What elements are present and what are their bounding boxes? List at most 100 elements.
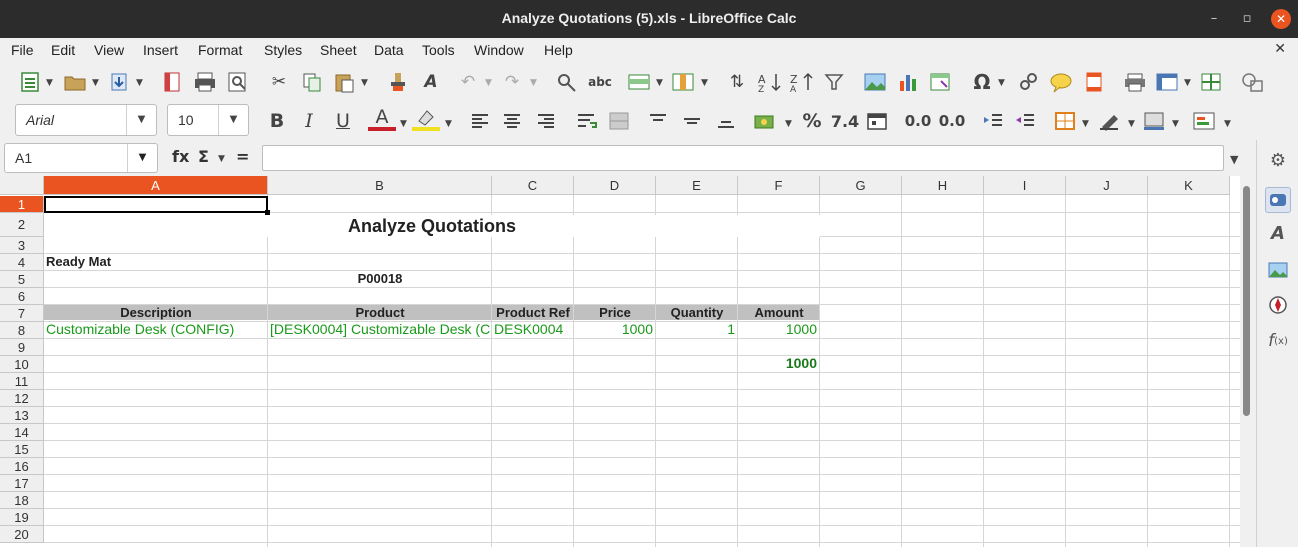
maximize-button[interactable]: ▫ <box>1239 11 1255 27</box>
functions-icon[interactable]: f (x) <box>1265 328 1291 354</box>
insert-chart-icon[interactable] <box>896 68 922 96</box>
chevron-down-icon[interactable]: ▼ <box>1128 119 1135 129</box>
menu-insert[interactable]: Insert <box>143 42 178 58</box>
row-header-5[interactable]: 5 <box>0 271 44 288</box>
autofilter-icon[interactable] <box>822 68 848 96</box>
header-amount[interactable]: Amount <box>738 304 820 321</box>
conditional-format-icon[interactable] <box>1190 107 1218 135</box>
merge-center-icon[interactable] <box>606 107 632 135</box>
header-description[interactable]: Description <box>44 304 268 321</box>
chevron-down-icon[interactable]: ▼ <box>701 78 708 88</box>
chevron-down-icon[interactable]: ▼ <box>1082 119 1089 129</box>
menu-view[interactable]: View <box>94 42 124 58</box>
decrease-indent-icon[interactable] <box>1012 107 1038 135</box>
total-amount-cell[interactable]: 1000 <box>738 355 817 372</box>
new-document-icon[interactable] <box>18 68 42 96</box>
menu-format[interactable]: Format <box>198 42 242 58</box>
sort-icon[interactable]: ⇅ <box>724 68 750 96</box>
vertical-scrollbar[interactable] <box>1240 176 1254 547</box>
chevron-down-icon[interactable]: ▼ <box>400 119 407 129</box>
column-header-j[interactable]: J <box>1066 176 1148 195</box>
sort-descending-icon[interactable]: ZA <box>788 68 814 96</box>
column-header-g[interactable]: G <box>820 176 902 195</box>
italic-button[interactable]: I <box>296 107 322 135</box>
chevron-down-icon[interactable]: ▼ <box>126 105 156 135</box>
row-header-7[interactable]: 7 <box>0 305 44 322</box>
menu-data[interactable]: Data <box>374 42 404 58</box>
row-header-11[interactable]: 11 <box>0 373 44 390</box>
paste-icon[interactable] <box>332 68 356 96</box>
print-icon[interactable] <box>192 68 218 96</box>
headers-footers-icon[interactable] <box>1082 68 1106 96</box>
header-quantity[interactable]: Quantity <box>656 304 738 321</box>
hyperlink-icon[interactable] <box>1016 68 1042 96</box>
currency-format-icon[interactable] <box>752 107 780 135</box>
scrollbar-thumb[interactable] <box>1243 186 1250 416</box>
row-header-17[interactable]: 17 <box>0 475 44 492</box>
cell-product[interactable]: [DESK0004] Customizable Desk (CONFIG) <box>270 321 490 338</box>
column-header-k[interactable]: K <box>1148 176 1230 195</box>
define-print-area-icon[interactable] <box>1122 68 1148 96</box>
row-header-12[interactable]: 12 <box>0 390 44 407</box>
borders-icon[interactable] <box>1052 107 1078 135</box>
align-left-icon[interactable] <box>468 107 492 135</box>
undo-icon[interactable]: ↶ <box>456 68 480 96</box>
close-window-button[interactable]: ✕ <box>1271 9 1291 29</box>
select-all-corner[interactable] <box>0 176 44 195</box>
copy-icon[interactable] <box>300 68 324 96</box>
cell-product-ref[interactable]: DESK0004 <box>494 321 572 338</box>
increase-indent-icon[interactable] <box>980 107 1006 135</box>
spellcheck-icon[interactable]: abc <box>586 68 614 96</box>
column-header-b[interactable]: B <box>268 176 492 195</box>
insert-image-icon[interactable] <box>862 68 888 96</box>
chevron-down-icon[interactable]: ▼ <box>92 78 99 88</box>
menu-tools[interactable]: Tools <box>422 42 455 58</box>
clone-formatting-icon[interactable] <box>386 68 410 96</box>
menu-edit[interactable]: Edit <box>51 42 75 58</box>
formula-button[interactable]: = <box>236 147 249 166</box>
date-format-icon[interactable] <box>864 107 890 135</box>
chevron-down-icon[interactable]: ▼ <box>1224 119 1231 129</box>
row-header-13[interactable]: 13 <box>0 407 44 424</box>
column-header-h[interactable]: H <box>902 176 984 195</box>
number-format-button[interactable]: 7.4 <box>830 107 860 135</box>
report-title-cell[interactable]: Analyze Quotations <box>44 215 820 237</box>
special-character-icon[interactable]: Ω <box>970 68 994 96</box>
chevron-down-icon[interactable]: ▼ <box>485 78 492 88</box>
chevron-down-icon[interactable]: ▼ <box>998 78 1005 88</box>
bold-button[interactable]: B <box>264 107 290 135</box>
font-name-box[interactable]: Arial ▼ <box>15 104 157 136</box>
settings-gear-icon[interactable]: ⚙ <box>1265 147 1291 173</box>
add-decimal-place-button[interactable]: 0.0 <box>902 107 934 135</box>
border-color-icon[interactable] <box>1140 107 1168 135</box>
cell-amount[interactable]: 1000 <box>738 321 817 338</box>
column-header-e[interactable]: E <box>656 176 738 195</box>
spreadsheet-grid[interactable]: A B C D E F G H I J K 1 2 3 4 5 6 7 8 9 … <box>0 176 1240 547</box>
clear-formatting-icon[interactable]: A <box>418 68 444 96</box>
save-icon[interactable] <box>107 68 131 96</box>
percent-format-button[interactable]: % <box>800 107 824 135</box>
reference-cell[interactable]: P00018 <box>268 270 492 287</box>
row-header-1[interactable]: 1 <box>0 196 44 213</box>
formula-input[interactable] <box>262 145 1224 171</box>
find-replace-icon[interactable] <box>554 68 580 96</box>
function-wizard-button[interactable]: fx <box>172 147 189 166</box>
row-header-2[interactable]: 2 <box>0 213 44 237</box>
chevron-down-icon[interactable]: ▼ <box>127 144 157 172</box>
highlight-color-icon[interactable] <box>412 107 440 131</box>
row-header-10[interactable]: 10 <box>0 356 44 373</box>
split-window-icon[interactable] <box>1198 68 1224 96</box>
align-bottom-icon[interactable] <box>714 107 738 135</box>
row-header-4[interactable]: 4 <box>0 254 44 271</box>
chevron-down-icon[interactable]: ▼ <box>785 119 792 129</box>
header-price[interactable]: Price <box>574 304 656 321</box>
expand-formula-icon[interactable]: ▼ <box>1230 153 1238 166</box>
menu-styles[interactable]: Styles <box>264 42 302 58</box>
chevron-down-icon[interactable]: ▼ <box>445 119 452 129</box>
row-header-3[interactable]: 3 <box>0 237 44 254</box>
chevron-down-icon[interactable]: ▼ <box>1172 119 1179 129</box>
wrap-text-icon[interactable] <box>574 107 600 135</box>
column-icon[interactable] <box>670 68 696 96</box>
cell-quantity[interactable]: 1 <box>656 321 735 338</box>
menu-help[interactable]: Help <box>544 42 573 58</box>
